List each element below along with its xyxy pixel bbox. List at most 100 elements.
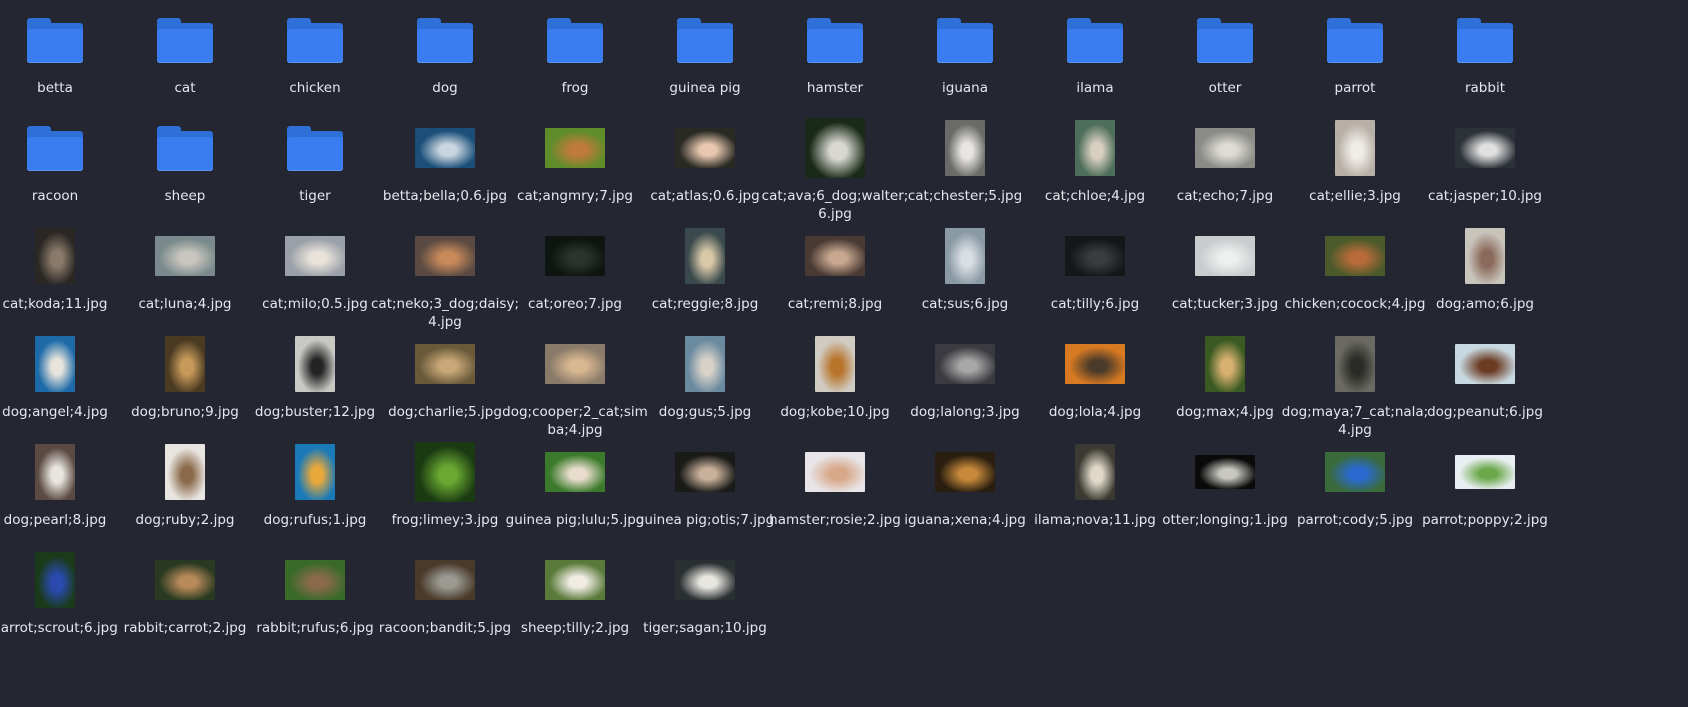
image-file-item[interactable]: parrot;cody;5.jpg: [1287, 432, 1423, 540]
image-file-item[interactable]: dog;max;4.jpg: [1157, 324, 1293, 432]
file-name-label: dog;ruby;2.jpg: [135, 512, 235, 528]
folder-item[interactable]: sheep: [117, 108, 253, 216]
image-file-item[interactable]: cat;koda;11.jpg: [0, 216, 123, 324]
folder-item[interactable]: ilama: [1027, 0, 1163, 108]
file-name-label: dog;lola;4.jpg: [1048, 404, 1142, 420]
image-file-item[interactable]: ilama;nova;11.jpg: [1027, 432, 1163, 540]
image-file-item[interactable]: dog;ruby;2.jpg: [117, 432, 253, 540]
image-file-item[interactable]: dog;peanut;6.jpg: [1417, 324, 1553, 432]
image-file-item[interactable]: tiger;sagan;10.jpg: [637, 540, 773, 648]
image-file-item[interactable]: sheep;tilly;2.jpg: [507, 540, 643, 648]
file-name-label: ilama;nova;11.jpg: [1034, 512, 1156, 528]
thumbnail-area: [0, 220, 120, 292]
image-file-item[interactable]: cat;remi;8.jpg: [767, 216, 903, 324]
thumbnail-area: [510, 4, 640, 76]
image-file-item[interactable]: cat;neko;3_dog;daisy;4.jpg: [371, 216, 519, 330]
thumbnail-area: [770, 4, 900, 76]
folder-icon: [547, 17, 603, 63]
folder-item[interactable]: rabbit: [1417, 0, 1553, 108]
thumbnail-area: [1420, 220, 1550, 292]
image-file-item[interactable]: cat;luna;4.jpg: [117, 216, 253, 324]
image-file-item[interactable]: cat;ava;6_dog;walter;6.jpg: [762, 108, 908, 222]
image-file-item[interactable]: cat;echo;7.jpg: [1157, 108, 1293, 216]
image-file-item[interactable]: parrot;scrout;6.jpg: [0, 540, 123, 648]
image-file-item[interactable]: cat;angmry;7.jpg: [507, 108, 643, 216]
folder-item[interactable]: parrot: [1287, 0, 1423, 108]
thumbnail-area: [120, 544, 250, 616]
image-file-item[interactable]: dog;kobe;10.jpg: [767, 324, 903, 432]
image-file-item[interactable]: racoon;bandit;5.jpg: [377, 540, 513, 648]
image-file-item[interactable]: guinea pig;lulu;5.jpg: [506, 432, 644, 540]
image-file-item[interactable]: otter;longing;1.jpg: [1157, 432, 1293, 540]
image-thumbnail: [675, 560, 735, 600]
image-thumbnail: [1465, 228, 1505, 284]
folder-item[interactable]: cat: [117, 0, 253, 108]
image-file-item[interactable]: cat;tilly;6.jpg: [1027, 216, 1163, 324]
image-file-item[interactable]: cat;atlas;0.6.jpg: [637, 108, 773, 216]
image-thumbnail: [545, 344, 605, 384]
image-file-item[interactable]: dog;lalong;3.jpg: [897, 324, 1033, 432]
image-file-item[interactable]: cat;jasper;10.jpg: [1417, 108, 1553, 216]
image-thumbnail: [415, 442, 475, 502]
image-thumbnail: [35, 228, 75, 284]
image-file-item[interactable]: chicken;cocock;4.jpg: [1285, 216, 1425, 324]
file-name-label: dog;amo;6.jpg: [1436, 296, 1534, 312]
image-file-item[interactable]: cat;tucker;3.jpg: [1157, 216, 1293, 324]
image-file-item[interactable]: dog;pearl;8.jpg: [0, 432, 123, 540]
image-file-item[interactable]: cat;ellie;3.jpg: [1287, 108, 1423, 216]
thumbnail-area: [120, 112, 250, 184]
image-file-item[interactable]: dog;charlie;5.jpg: [377, 324, 513, 432]
image-file-item[interactable]: frog;limey;3.jpg: [377, 432, 513, 540]
image-file-item[interactable]: iguana;xena;4.jpg: [897, 432, 1033, 540]
image-file-item[interactable]: guinea pig;otis;7.jpg: [636, 432, 774, 540]
folder-icon: [937, 17, 993, 63]
file-name-label: cat;oreo;7.jpg: [528, 296, 622, 312]
image-file-item[interactable]: cat;chloe;4.jpg: [1027, 108, 1163, 216]
folder-item[interactable]: iguana: [897, 0, 1033, 108]
image-file-item[interactable]: dog;amo;6.jpg: [1417, 216, 1553, 324]
thumbnail-area: [510, 328, 640, 400]
image-file-item[interactable]: dog;lola;4.jpg: [1027, 324, 1163, 432]
thumbnail-area: [250, 4, 380, 76]
folder-item[interactable]: chicken: [247, 0, 383, 108]
image-file-item[interactable]: hamster;rosie;2.jpg: [767, 432, 903, 540]
image-thumbnail: [805, 452, 865, 492]
thumbnail-area: [1290, 328, 1420, 400]
folder-item[interactable]: dog: [377, 0, 513, 108]
image-file-item[interactable]: dog;gus;5.jpg: [637, 324, 773, 432]
thumbnail-area: [1290, 112, 1420, 184]
file-name-label: iguana;xena;4.jpg: [904, 512, 1026, 528]
image-file-item[interactable]: dog;buster;12.jpg: [247, 324, 383, 432]
image-file-item[interactable]: betta;bella;0.6.jpg: [377, 108, 513, 216]
file-name-label: dog;kobe;10.jpg: [780, 404, 890, 420]
folder-item[interactable]: guinea pig: [637, 0, 773, 108]
image-file-item[interactable]: dog;rufus;1.jpg: [247, 432, 383, 540]
image-thumbnail: [545, 236, 605, 276]
thumbnail-area: [120, 4, 250, 76]
image-file-item[interactable]: parrot;poppy;2.jpg: [1417, 432, 1553, 540]
folder-icon: [807, 17, 863, 63]
image-file-item[interactable]: cat;chester;5.jpg: [897, 108, 1033, 216]
image-file-item[interactable]: cat;milo;0.5.jpg: [247, 216, 383, 324]
folder-item[interactable]: racoon: [0, 108, 123, 216]
file-name-label: cat;chester;5.jpg: [907, 188, 1023, 204]
image-file-item[interactable]: cat;sus;6.jpg: [897, 216, 1033, 324]
image-file-item[interactable]: rabbit;carrot;2.jpg: [117, 540, 253, 648]
image-file-item[interactable]: dog;bruno;9.jpg: [117, 324, 253, 432]
folder-item[interactable]: otter: [1157, 0, 1293, 108]
folder-item[interactable]: hamster: [767, 0, 903, 108]
image-thumbnail: [545, 128, 605, 168]
image-file-item[interactable]: dog;maya;7_cat;nala;4.jpg: [1282, 324, 1428, 438]
thumbnail-area: [770, 112, 900, 184]
folder-item[interactable]: tiger: [247, 108, 383, 216]
image-file-item[interactable]: rabbit;rufus;6.jpg: [247, 540, 383, 648]
folder-item[interactable]: betta: [0, 0, 123, 108]
thumbnail-area: [1420, 112, 1550, 184]
image-file-item[interactable]: dog;cooper;2_cat;simba;4.jpg: [502, 324, 648, 438]
folder-item[interactable]: frog: [507, 0, 643, 108]
image-thumbnail: [415, 560, 475, 600]
image-file-item[interactable]: cat;oreo;7.jpg: [507, 216, 643, 324]
image-file-item[interactable]: dog;angel;4.jpg: [0, 324, 123, 432]
image-file-item[interactable]: cat;reggie;8.jpg: [637, 216, 773, 324]
file-name-label: dog;gus;5.jpg: [658, 404, 752, 420]
